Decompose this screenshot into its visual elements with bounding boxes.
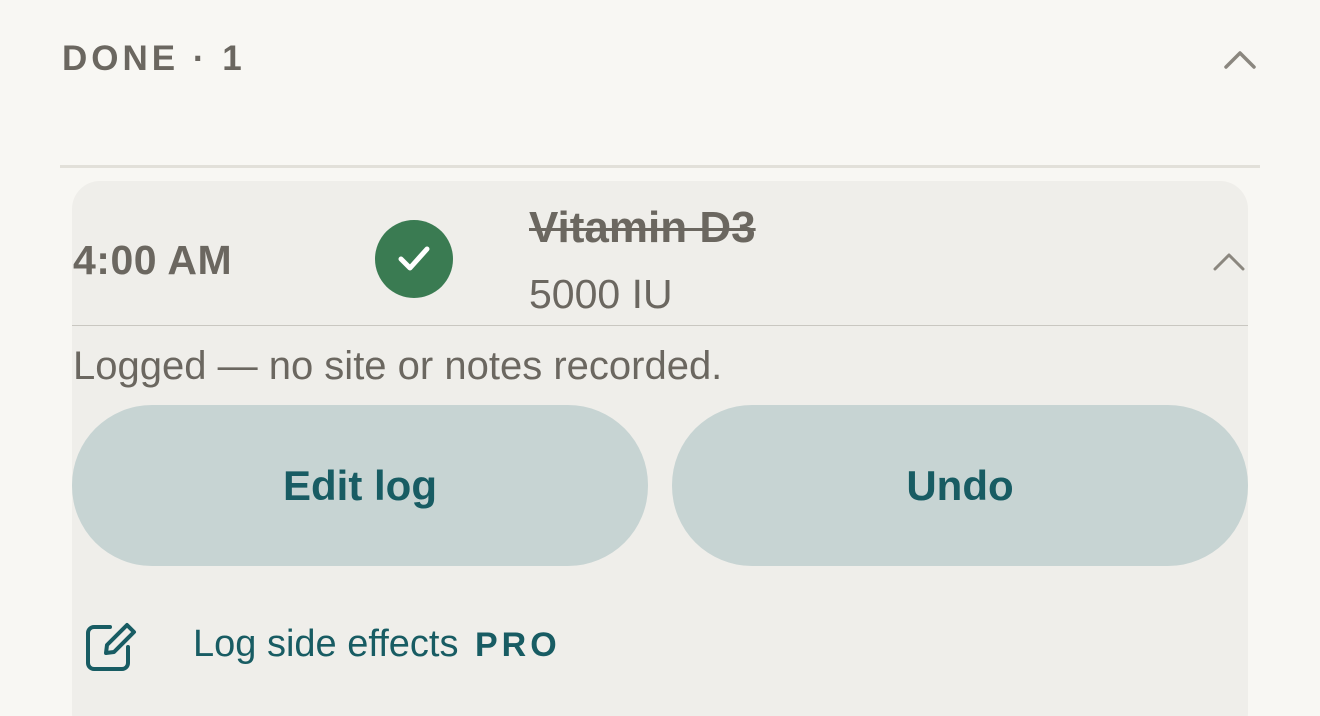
edit-note-icon: [86, 623, 136, 671]
edit-log-button[interactable]: Edit log: [72, 405, 648, 566]
checkmark-icon: [398, 246, 430, 271]
taken-status-indicator: [375, 220, 453, 298]
done-section-header[interactable]: DONE · 1: [60, 0, 1260, 120]
dose-collapse-button[interactable]: [1208, 241, 1250, 283]
log-side-effects-label: Log side effects: [193, 623, 459, 665]
section-divider: [60, 165, 1260, 168]
pro-badge: PRO: [475, 626, 561, 664]
undo-button[interactable]: Undo: [672, 405, 1248, 566]
dose-card: 4:00 AM Vitamin D3 5000 IU Logged — no s…: [72, 181, 1248, 716]
log-side-effects-button[interactable]: Log side effects PRO: [72, 609, 632, 679]
chevron-up-icon: [1224, 51, 1256, 69]
dose-row-divider: [72, 325, 1248, 326]
section-collapse-button[interactable]: [1218, 38, 1262, 82]
medication-dose: 5000 IU: [529, 271, 673, 317]
chevron-up-icon: [1213, 253, 1245, 271]
dose-time: 4:00 AM: [73, 237, 233, 283]
dose-row[interactable]: 4:00 AM Vitamin D3 5000 IU: [72, 181, 1248, 325]
medication-name: Vitamin D3: [529, 203, 756, 252]
dose-log-page: DONE · 1 4:00 AM Vitamin D3 5000 IU Logg…: [0, 0, 1320, 716]
log-note: Logged — no site or notes recorded.: [73, 344, 723, 388]
done-section-title: DONE · 1: [62, 39, 246, 78]
